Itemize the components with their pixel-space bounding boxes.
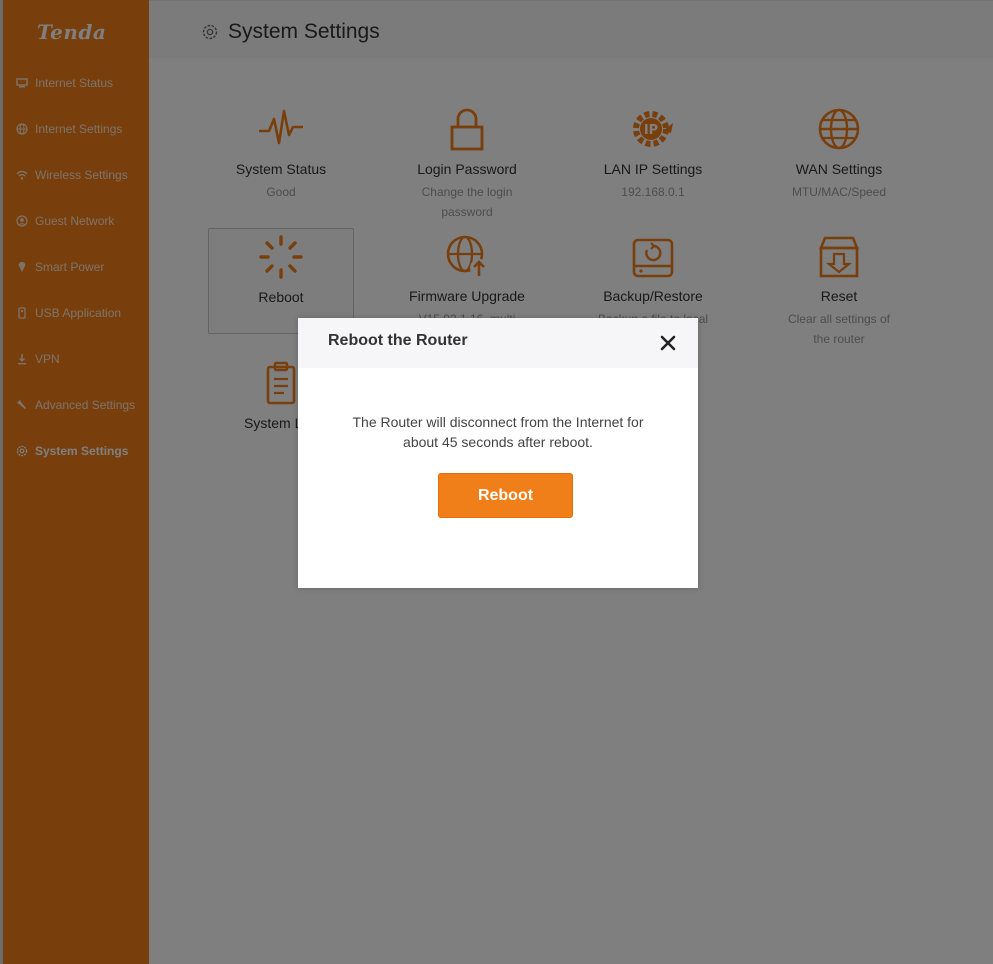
dialog-header: Reboot the Router xyxy=(298,318,698,368)
dialog-title: Reboot the Router xyxy=(328,332,468,349)
reboot-button[interactable]: Reboot xyxy=(438,473,573,518)
dialog-message: The Router will disconnect from the Inte… xyxy=(352,414,644,450)
reboot-dialog: Reboot the Router The Router will discon… xyxy=(298,318,698,588)
close-icon[interactable] xyxy=(658,333,678,353)
